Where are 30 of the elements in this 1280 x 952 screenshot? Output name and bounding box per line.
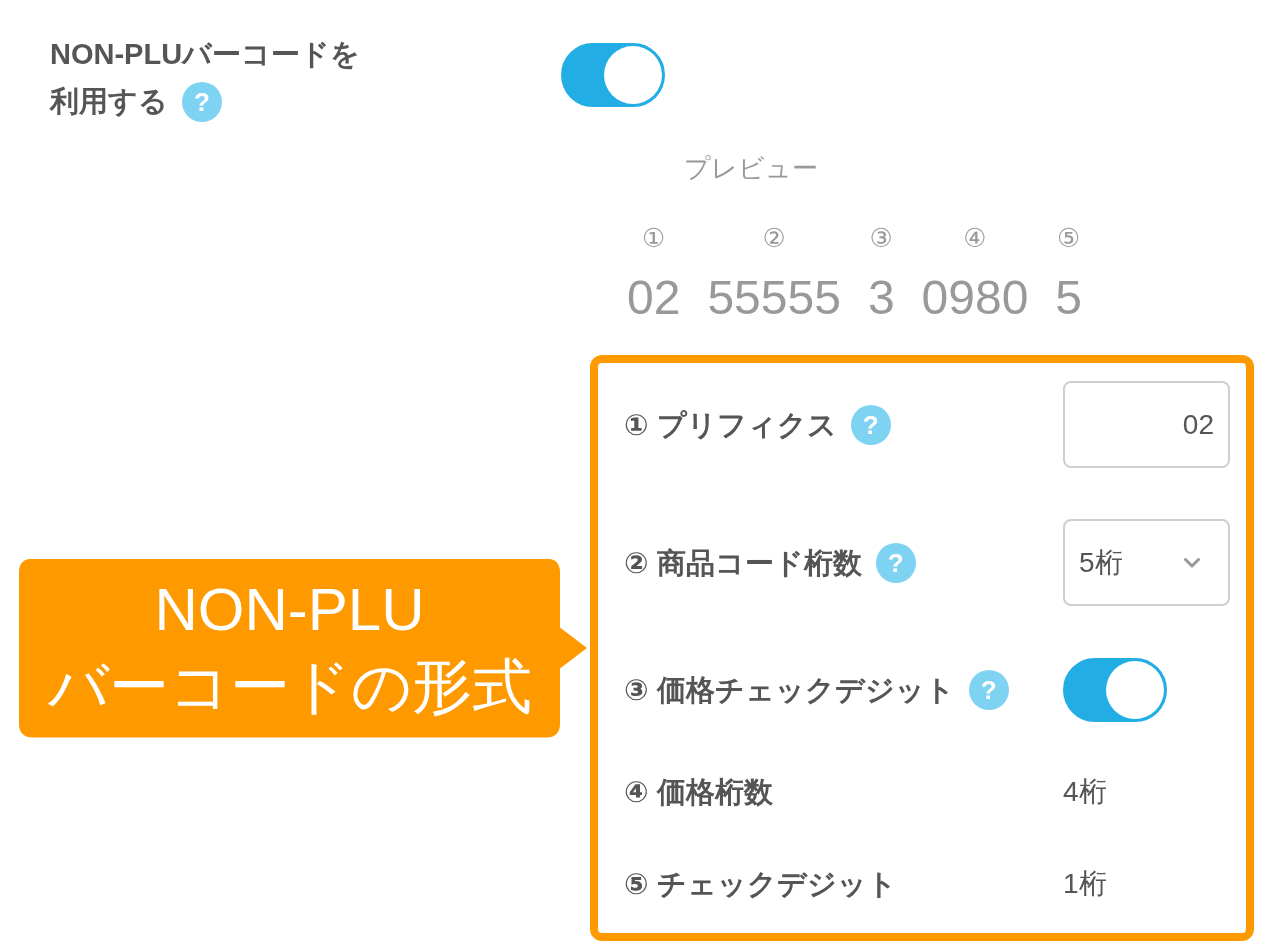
help-icon[interactable]: ? — [850, 404, 891, 445]
barcode-digits: 5 — [1055, 272, 1083, 324]
barcode-digits: 55555 — [707, 272, 841, 324]
field-label: ① プリフィクス — [624, 407, 837, 443]
field-label: ④ 価格桁数 — [624, 775, 773, 810]
help-icon[interactable]: ? — [875, 542, 916, 583]
segment-marker: ④ — [963, 223, 987, 253]
setting-label: NON-PLUバーコードを — [50, 37, 361, 72]
dropdown-select[interactable]: 5桁 — [1063, 519, 1230, 606]
barcode-digits: 0980 — [921, 272, 1029, 324]
help-icon[interactable]: ? — [968, 670, 1009, 710]
toggle-switch[interactable] — [561, 43, 665, 107]
segment-marker: ① — [642, 223, 666, 253]
segment-marker: ② — [762, 223, 786, 253]
value-text: 1桁 — [1063, 867, 1107, 901]
barcode-digits: 3 — [867, 272, 895, 324]
barcode-digits: 02 — [627, 272, 681, 324]
input-field[interactable]: 02 — [1063, 381, 1230, 468]
field-label: ⑤ チェックデジット — [624, 867, 897, 902]
segment-marker: ③ — [869, 223, 893, 253]
setting-label: 利用する — [50, 84, 168, 119]
value-text: 4桁 — [1063, 775, 1107, 809]
help-icon[interactable]: ? — [182, 81, 222, 122]
field-label: ③ 価格チェックデジット — [624, 673, 955, 708]
chevron-down-icon — [1184, 557, 1200, 568]
callout-text: NON-PLU バーコードの形式 — [47, 575, 532, 722]
field-label: ② 商品コード桁数 — [624, 545, 862, 581]
toggle-switch[interactable] — [1063, 658, 1167, 722]
preview-title: プレビュー — [684, 153, 818, 183]
segment-marker: ⑤ — [1057, 223, 1081, 253]
